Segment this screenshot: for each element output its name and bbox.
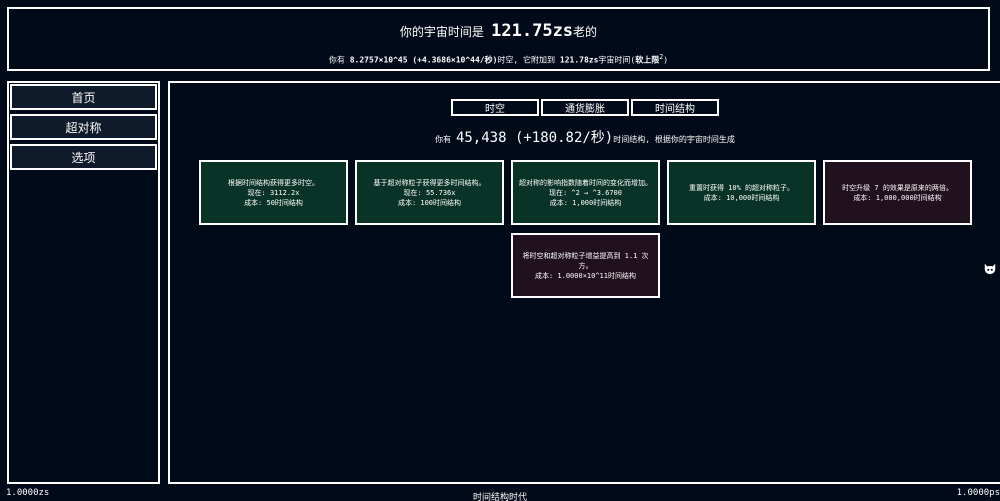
universe-age-line: 你的宇宙时间是 121.75zs老的 [9, 21, 988, 41]
footer-era-label: 时间结构时代 [472, 493, 527, 501]
upgrade-current: 现在: 3112.2x [247, 188, 300, 197]
spacetime-prefix: 你有 [328, 55, 350, 65]
universe-age-value: 121.75zs [491, 21, 574, 41]
upgrade-card-3[interactable]: 超对称的影响指数随着时间的变化而增加。 现在: ^2 → ^3.6700 成本:… [511, 160, 660, 225]
sidebar-item-options[interactable]: 选项 [10, 144, 157, 170]
spacetime-mid: 时空, 它附加到 [497, 55, 560, 65]
upgrade-desc: 时空升级 7 的效果是原来的两倍。 [842, 183, 953, 192]
header-panel: 你的宇宙时间是 121.75zs老的 你有 8.2757×10^45 (+4.3… [7, 7, 990, 71]
upgrade-card-6[interactable]: 将时空和超对称粒子增益提高到 1.1 次方。 成本: 1.0000×10^11时… [511, 233, 660, 298]
upgrade-current: 现在: ^2 → ^3.6700 [548, 188, 622, 197]
sidebar-item-home[interactable]: 首页 [10, 84, 157, 110]
spacetime-amount: 8.2757×10^45 [349, 55, 408, 65]
gen-suffix: 时间结构, 根据你的宇宙时间生成 [613, 135, 735, 144]
upgrade-cost: 成本: 1.0000×10^11时间结构 [534, 271, 636, 280]
upgrade-current: 现在: 55.736x [403, 188, 456, 197]
upgrade-desc: 基于超对称粒子获得更多时间结构。 [373, 178, 486, 187]
upgrade-cost: 成本: 1,000时间结构 [549, 198, 622, 207]
tab-time-structure[interactable]: 时间结构 [631, 99, 719, 116]
upgrade-cost: 成本: 10,000时间结构 [703, 193, 780, 202]
github-cat-icon[interactable] [983, 262, 997, 276]
time-structure-amount: 45,438 [455, 130, 507, 146]
upgrade-cost: 成本: 1,000,000时间结构 [853, 193, 942, 202]
upgrade-card-5[interactable]: 时空升级 7 的效果是原来的两倍。 成本: 1,000,000时间结构 [823, 160, 972, 225]
upgrade-card-1[interactable]: 根据时间结构获得更多时空。 现在: 3112.2x 成本: 50时间结构 [199, 160, 348, 225]
footer-right-time: 1.0000ps [956, 488, 1000, 498]
sidebar: 首页 超对称 选项 [7, 81, 160, 484]
gen-prefix: 你有 [435, 135, 456, 144]
spacetime-rate: (+4.3686×10^44/秒) [407, 55, 498, 65]
main-panel: 时空 通货膨胀 时间结构 你有 45,438 (+180.82/秒)时间结构, … [168, 81, 1000, 484]
spacetime-line: 你有 8.2757×10^45 (+4.3686×10^44/秒)时空, 它附加… [9, 53, 988, 66]
spacetime-suffix: 宇宙时间( [598, 55, 636, 65]
softcap-label: 软上限 [635, 55, 660, 65]
spacetime-total: 121.78zs [559, 55, 599, 65]
age-suffix: 老的 [573, 25, 598, 39]
tab-inflation[interactable]: 通货膨胀 [541, 99, 629, 116]
upgrade-desc: 将时空和超对称粒子增益提高到 1.1 次方。 [522, 251, 649, 270]
upgrade-card-4[interactable]: 重置时获得 10% 的超对称粒子。 成本: 10,000时间结构 [667, 160, 816, 225]
sidebar-item-supersymmetry[interactable]: 超对称 [10, 114, 157, 140]
upgrade-desc: 超对称的影响指数随着时间的变化而增加。 [519, 178, 652, 187]
upgrade-card-2[interactable]: 基于超对称粒子获得更多时间结构。 现在: 55.736x 成本: 100时间结构 [355, 160, 504, 225]
upgrade-desc: 重置时获得 10% 的超对称粒子。 [688, 183, 795, 192]
tab-spacetime[interactable]: 时空 [451, 99, 539, 116]
spacetime-close: ) [663, 55, 669, 65]
time-structure-generation: 你有 45,438 (+180.82/秒)时间结构, 根据你的宇宙时间生成 [170, 127, 1000, 147]
upgrade-cost: 成本: 100时间结构 [397, 198, 462, 207]
age-prefix: 你的宇宙时间是 [399, 25, 492, 39]
upgrade-desc: 根据时间结构获得更多时空。 [228, 178, 319, 187]
time-structure-rate: (+180.82/秒) [506, 130, 614, 146]
upgrade-cost: 成本: 50时间结构 [244, 198, 303, 207]
